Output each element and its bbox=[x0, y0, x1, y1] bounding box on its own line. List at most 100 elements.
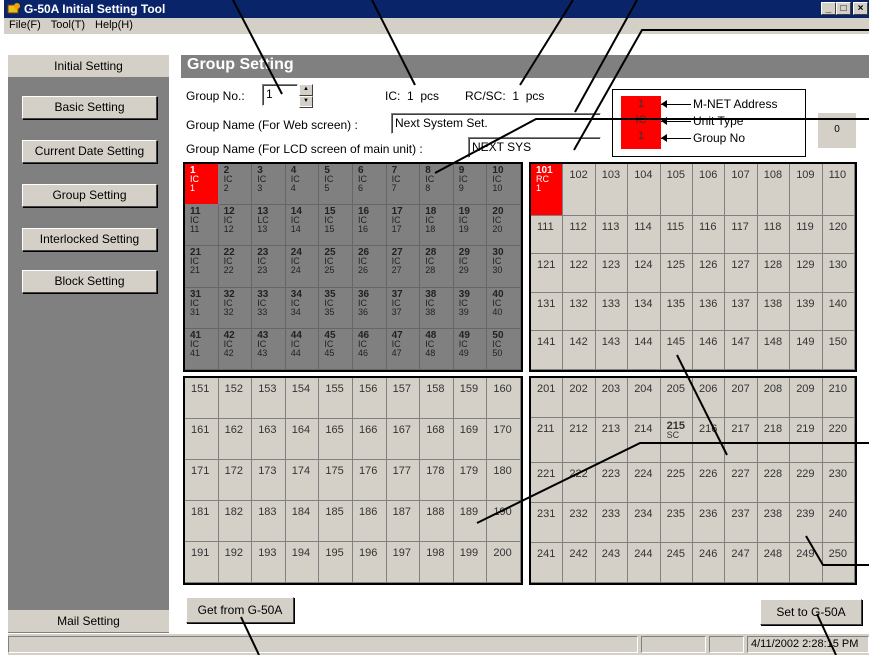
unit-cell-134[interactable]: 134 bbox=[628, 292, 661, 332]
unit-cell-158[interactable]: 158 bbox=[420, 378, 454, 419]
unit-cell-200[interactable]: 200 bbox=[487, 542, 521, 583]
unit-cell-179[interactable]: 179 bbox=[453, 460, 488, 501]
unit-cell-13[interactable]: 13 LC 13 bbox=[252, 205, 286, 247]
unit-cell-245[interactable]: 245 bbox=[660, 543, 693, 583]
unit-cell-107[interactable]: 107 bbox=[725, 164, 758, 216]
unit-cell-246[interactable]: 246 bbox=[693, 543, 726, 583]
unit-cell-137[interactable]: 137 bbox=[725, 292, 758, 332]
unit-cell-135[interactable]: 135 bbox=[660, 292, 693, 332]
unit-cell-48[interactable]: 48 IC 48 bbox=[420, 328, 454, 370]
unit-cell-26[interactable]: 26 IC 26 bbox=[352, 246, 387, 288]
unit-cell-45[interactable]: 45 IC 45 bbox=[319, 328, 353, 370]
unit-cell-4[interactable]: 4 IC 4 bbox=[285, 164, 320, 206]
unit-cell-242[interactable]: 242 bbox=[563, 543, 596, 583]
unit-cell-118[interactable]: 118 bbox=[757, 215, 791, 255]
unit-cell-114[interactable]: 114 bbox=[628, 215, 661, 255]
unit-cell-190[interactable]: 190 bbox=[487, 501, 521, 542]
unit-cell-186[interactable]: 186 bbox=[352, 501, 387, 542]
unit-cell-5[interactable]: 5 IC 5 bbox=[319, 164, 353, 206]
unit-cell-103[interactable]: 103 bbox=[595, 164, 629, 216]
unit-cell-3[interactable]: 3 IC 3 bbox=[252, 164, 286, 206]
unit-cell-153[interactable]: 153 bbox=[252, 378, 286, 419]
unit-cell-234[interactable]: 234 bbox=[628, 503, 661, 543]
unit-cell-14[interactable]: 14 IC 14 bbox=[285, 205, 320, 247]
unit-cell-111[interactable]: 111 bbox=[531, 215, 564, 255]
unit-cell-142[interactable]: 142 bbox=[563, 331, 596, 370]
sidebar-item-group-setting[interactable]: Group Setting bbox=[22, 184, 157, 207]
unit-cell-110[interactable]: 110 bbox=[822, 164, 855, 216]
unit-cell-178[interactable]: 178 bbox=[420, 460, 454, 501]
get-from-g50a-button[interactable]: Get from G-50A bbox=[186, 597, 294, 623]
unit-cell-12[interactable]: 12 IC 12 bbox=[218, 205, 253, 247]
unit-cell-120[interactable]: 120 bbox=[822, 215, 855, 255]
unit-cell-21[interactable]: 21 IC 21 bbox=[185, 246, 219, 288]
unit-cell-224[interactable]: 224 bbox=[628, 463, 661, 503]
unit-cell-164[interactable]: 164 bbox=[285, 419, 320, 460]
unit-cell-168[interactable]: 168 bbox=[420, 419, 454, 460]
unit-cell-24[interactable]: 24 IC 24 bbox=[285, 246, 320, 288]
unit-cell-205[interactable]: 205 bbox=[660, 378, 693, 418]
unit-cell-104[interactable]: 104 bbox=[628, 164, 661, 216]
unit-cell-138[interactable]: 138 bbox=[757, 292, 791, 332]
unit-cell-152[interactable]: 152 bbox=[218, 378, 253, 419]
unit-cell-185[interactable]: 185 bbox=[319, 501, 353, 542]
sidebar-item-interlocked-setting[interactable]: Interlocked Setting bbox=[22, 228, 157, 251]
unit-cell-197[interactable]: 197 bbox=[386, 542, 421, 583]
unit-cell-101[interactable]: 101 RC 1 bbox=[531, 164, 564, 216]
unit-cell-10[interactable]: 10 IC 10 bbox=[487, 164, 521, 206]
unit-cell-115[interactable]: 115 bbox=[660, 215, 693, 255]
sidebar-footer-mail-setting[interactable]: Mail Setting bbox=[8, 609, 169, 633]
unit-cell-144[interactable]: 144 bbox=[628, 331, 661, 370]
unit-cell-121[interactable]: 121 bbox=[531, 254, 564, 293]
unit-cell-15[interactable]: 15 IC 15 bbox=[319, 205, 353, 247]
unit-cell-163[interactable]: 163 bbox=[252, 419, 286, 460]
unit-cell-43[interactable]: 43 IC 43 bbox=[252, 328, 286, 370]
unit-cell-119[interactable]: 119 bbox=[790, 215, 823, 255]
unit-cell-11[interactable]: 11 IC 11 bbox=[185, 205, 219, 247]
spin-down-icon[interactable]: ▼ bbox=[299, 96, 313, 108]
unit-cell-232[interactable]: 232 bbox=[563, 503, 596, 543]
unit-cell-25[interactable]: 25 IC 25 bbox=[319, 246, 353, 288]
unit-cell-105[interactable]: 105 bbox=[660, 164, 693, 216]
unit-cell-102[interactable]: 102 bbox=[563, 164, 596, 216]
unit-cell-236[interactable]: 236 bbox=[693, 503, 726, 543]
unit-cell-162[interactable]: 162 bbox=[218, 419, 253, 460]
menu-help[interactable]: Help(H) bbox=[90, 18, 138, 32]
unit-cell-50[interactable]: 50 IC 50 bbox=[487, 328, 521, 370]
unit-cell-203[interactable]: 203 bbox=[595, 378, 629, 418]
unit-cell-177[interactable]: 177 bbox=[386, 460, 421, 501]
unit-cell-229[interactable]: 229 bbox=[790, 463, 823, 503]
unit-cell-17[interactable]: 17 IC 17 bbox=[386, 205, 421, 247]
unit-cell-156[interactable]: 156 bbox=[352, 378, 387, 419]
unit-cell-150[interactable]: 150 bbox=[822, 331, 855, 370]
unit-cell-183[interactable]: 183 bbox=[252, 501, 286, 542]
unit-cell-202[interactable]: 202 bbox=[563, 378, 596, 418]
sidebar-item-block-setting[interactable]: Block Setting bbox=[22, 270, 157, 293]
unit-cell-47[interactable]: 47 IC 47 bbox=[386, 328, 421, 370]
unit-cell-35[interactable]: 35 IC 35 bbox=[319, 287, 353, 329]
unit-cell-214[interactable]: 214 bbox=[628, 418, 661, 463]
unit-cell-165[interactable]: 165 bbox=[319, 419, 353, 460]
unit-cell-36[interactable]: 36 IC 36 bbox=[352, 287, 387, 329]
unit-cell-211[interactable]: 211 bbox=[531, 418, 564, 463]
unit-cell-116[interactable]: 116 bbox=[693, 215, 726, 255]
unit-cell-244[interactable]: 244 bbox=[628, 543, 661, 583]
unit-cell-169[interactable]: 169 bbox=[453, 419, 488, 460]
maximize-button[interactable]: □ bbox=[836, 2, 851, 15]
unit-cell-124[interactable]: 124 bbox=[628, 254, 661, 293]
unit-cell-6[interactable]: 6 IC 6 bbox=[352, 164, 387, 206]
unit-cell-16[interactable]: 16 IC 16 bbox=[352, 205, 387, 247]
unit-cell-33[interactable]: 33 IC 33 bbox=[252, 287, 286, 329]
unit-cell-243[interactable]: 243 bbox=[595, 543, 629, 583]
unit-cell-171[interactable]: 171 bbox=[185, 460, 219, 501]
unit-cell-189[interactable]: 189 bbox=[453, 501, 488, 542]
unit-cell-196[interactable]: 196 bbox=[352, 542, 387, 583]
unit-cell-149[interactable]: 149 bbox=[790, 331, 823, 370]
unit-cell-148[interactable]: 148 bbox=[757, 331, 791, 370]
unit-cell-109[interactable]: 109 bbox=[790, 164, 823, 216]
unit-cell-34[interactable]: 34 IC 34 bbox=[285, 287, 320, 329]
unit-cell-201[interactable]: 201 bbox=[531, 378, 564, 418]
unit-cell-223[interactable]: 223 bbox=[595, 463, 629, 503]
unit-cell-38[interactable]: 38 IC 38 bbox=[420, 287, 454, 329]
unit-cell-129[interactable]: 129 bbox=[790, 254, 823, 293]
